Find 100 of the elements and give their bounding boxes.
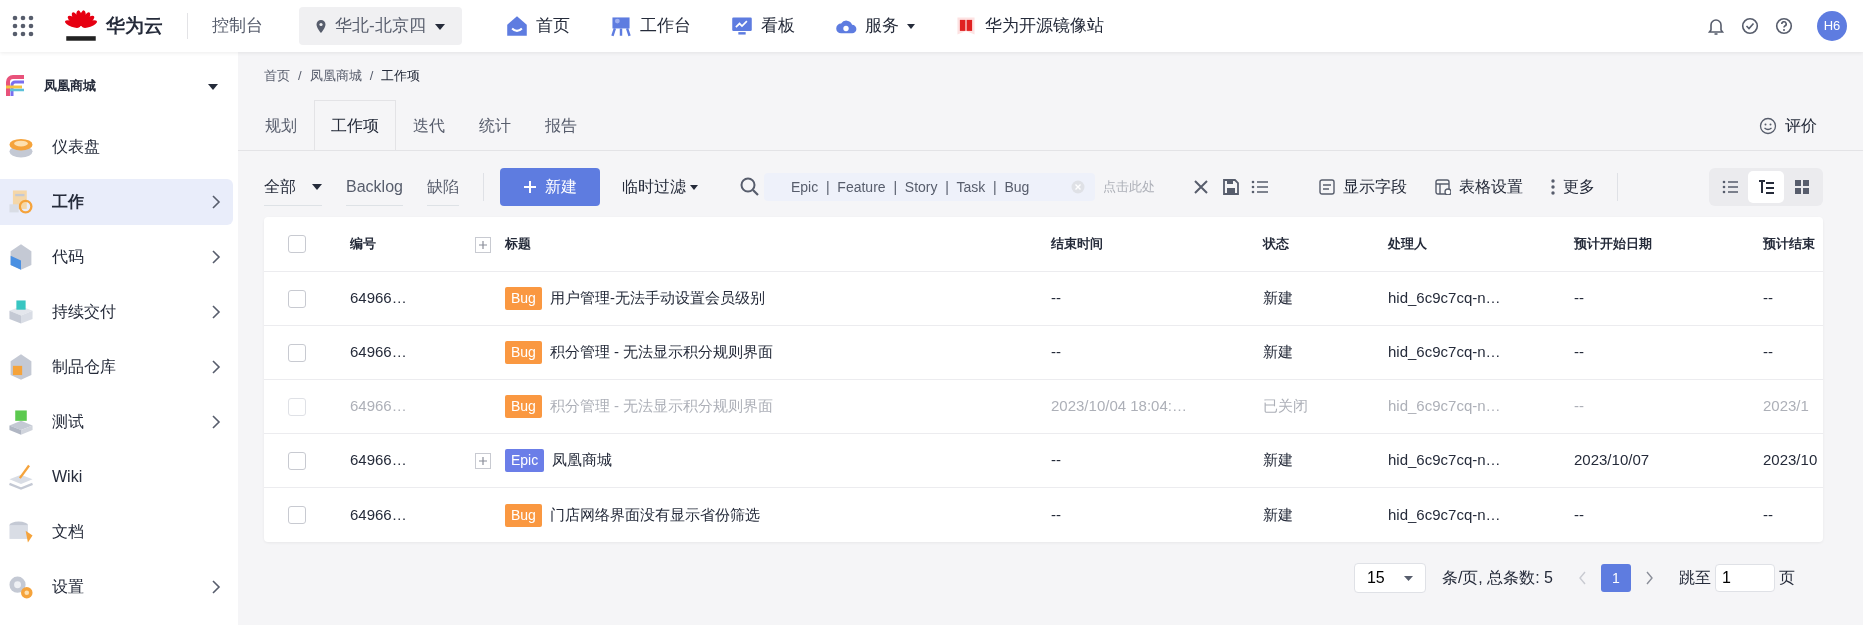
tree-view-icon: [1757, 179, 1775, 195]
type-tag: Bug: [505, 341, 542, 364]
location-pin-icon: [315, 18, 327, 34]
table-cell-text: 新建: [1262, 288, 1294, 309]
nav-link[interactable]: 看板: [730, 13, 795, 39]
filter-tab[interactable]: Backlog: [346, 168, 403, 206]
sidebar-item[interactable]: 仪表盘: [0, 124, 233, 170]
sidebar-item[interactable]: 文档: [0, 509, 233, 555]
check-circle-icon[interactable]: [1741, 17, 1759, 35]
nav-link[interactable]: 华为开源镜像站: [954, 13, 1104, 39]
field-list-icon: [1319, 179, 1336, 195]
table-cell-text: 新建: [1262, 504, 1294, 525]
checkbox[interactable]: [288, 451, 306, 470]
new-button[interactable]: 新建: [499, 168, 600, 206]
expand-all-icon[interactable]: [475, 236, 491, 253]
save-icon[interactable]: [1223, 179, 1240, 195]
nav-link[interactable]: 服务: [834, 13, 915, 39]
tab[interactable]: 工作项: [314, 100, 396, 150]
checkbox[interactable]: [288, 397, 306, 416]
more-vertical-icon: [1551, 179, 1556, 195]
filter-chips: Epic | Feature | Story | Task | Bug: [763, 173, 1096, 201]
toolbar-button[interactable]: 更多: [1545, 174, 1602, 200]
table-cell-text: --: [1050, 342, 1062, 363]
tab[interactable]: 统计: [462, 100, 528, 150]
nav-link[interactable]: 首页: [505, 13, 570, 39]
table-cell-text: 64966…: [349, 396, 408, 417]
checkbox[interactable]: [288, 343, 306, 362]
caret-icon: [208, 82, 218, 90]
table-cell-text: 2023/1: [1762, 396, 1810, 417]
column-header: 预计结束: [1762, 235, 1816, 254]
sidebar-item[interactable]: 持续交付: [0, 289, 233, 335]
grid-view-icon: [1793, 179, 1811, 195]
sidebar-item[interactable]: 设置: [0, 564, 233, 610]
table-cell-text: --: [1050, 504, 1062, 525]
checkbox[interactable]: [288, 289, 306, 308]
tab[interactable]: 规划: [248, 100, 314, 150]
table-cell-text: 2023/10/07: [1573, 450, 1651, 471]
tab[interactable]: 迭代: [396, 100, 462, 150]
page-size-select[interactable]: 15: [1353, 563, 1426, 593]
table-cell-text: hid_6c9c7cq-n…: [1387, 288, 1502, 309]
book-icon: [954, 15, 977, 37]
toolbar-button[interactable]: 表格设置: [1429, 174, 1530, 200]
title-link[interactable]: 门店网络界面没有显示省份筛选: [549, 503, 760, 527]
list-view-icon: [1721, 179, 1739, 195]
console-link[interactable]: 控制台: [212, 13, 263, 39]
jump-label: 跳至: [1679, 568, 1711, 588]
breadcrumb-link[interactable]: 首页: [264, 66, 290, 100]
breadcrumb-separator: /: [369, 67, 374, 85]
title-link[interactable]: 凤凰商城: [552, 449, 613, 472]
page-jump-field[interactable]: 1: [1715, 564, 1775, 592]
pen-paper-icon: [6, 462, 36, 492]
table-cell-text: --: [1762, 342, 1774, 363]
table-cell-text: --: [1573, 396, 1585, 417]
table-cell-text: 新建: [1262, 450, 1294, 471]
tab[interactable]: 报告: [528, 100, 594, 150]
region-selector[interactable]: 华北-北京四: [299, 7, 462, 45]
breadcrumb-link[interactable]: 凤凰商城: [309, 66, 362, 100]
layered-stack-icon: [6, 407, 36, 437]
plus-icon: [522, 180, 537, 194]
chevron-right-icon[interactable]: [1645, 571, 1653, 585]
filter-tab[interactable]: 缺陷: [426, 168, 459, 206]
table-cell-text: --: [1573, 288, 1585, 309]
table-cell-text: 2023/10/04 18:04:…: [1050, 396, 1188, 417]
sidebar-item[interactable]: 代码: [0, 234, 233, 280]
search-icon[interactable]: [739, 177, 760, 197]
feedback-button[interactable]: 评价: [1753, 102, 1823, 150]
list-icon[interactable]: [1251, 179, 1270, 195]
bell-icon[interactable]: [1707, 17, 1725, 35]
help-icon[interactable]: [1775, 17, 1793, 35]
user-avatar[interactable]: H6: [1817, 11, 1847, 41]
table-cell-text: hid_6c9c7cq-n…: [1387, 504, 1502, 525]
sidebar-item[interactable]: 工作: [0, 179, 233, 225]
flower-logo-icon: [64, 9, 98, 43]
table-cell-text: --: [1050, 288, 1062, 309]
title-link[interactable]: 用户管理-无法手动设置会员级别: [549, 287, 765, 310]
apps-grid-icon[interactable]: [12, 15, 34, 37]
filter-dropdown[interactable]: 临时过滤: [615, 174, 704, 200]
nav-link[interactable]: 工作台: [609, 13, 691, 39]
title-link[interactable]: 积分管理 - 无法显示积分规则界面: [549, 341, 774, 364]
table-cell-text: 2023/10: [1762, 450, 1819, 471]
caret-icon: [433, 21, 446, 31]
page-button[interactable]: 1: [1601, 564, 1631, 592]
workbench-icon: [609, 15, 632, 37]
toolbar-button[interactable]: 显示字段: [1313, 174, 1414, 200]
brand-name: 华为云: [106, 13, 163, 38]
search-field[interactable]: 点击此处: [1103, 177, 1176, 197]
view-toggle[interactable]: [1748, 171, 1784, 203]
column-header: 编号: [349, 235, 377, 254]
sidebar-item[interactable]: 制品仓库: [0, 344, 233, 390]
sidebar-item[interactable]: Wiki: [0, 454, 233, 500]
close-icon[interactable]: [1193, 179, 1210, 195]
filter-tab[interactable]: 全部: [264, 168, 322, 206]
sidebar-item[interactable]: 测试: [0, 399, 233, 445]
checkbox[interactable]: [288, 235, 306, 253]
page-unit: 页: [1779, 568, 1795, 588]
expand-icon[interactable]: [475, 453, 491, 470]
project-selector[interactable]: 凤凰商城: [0, 62, 238, 110]
table-cell-text: --: [1762, 288, 1774, 309]
checkbox[interactable]: [288, 506, 306, 524]
caret-icon: [1403, 575, 1413, 581]
